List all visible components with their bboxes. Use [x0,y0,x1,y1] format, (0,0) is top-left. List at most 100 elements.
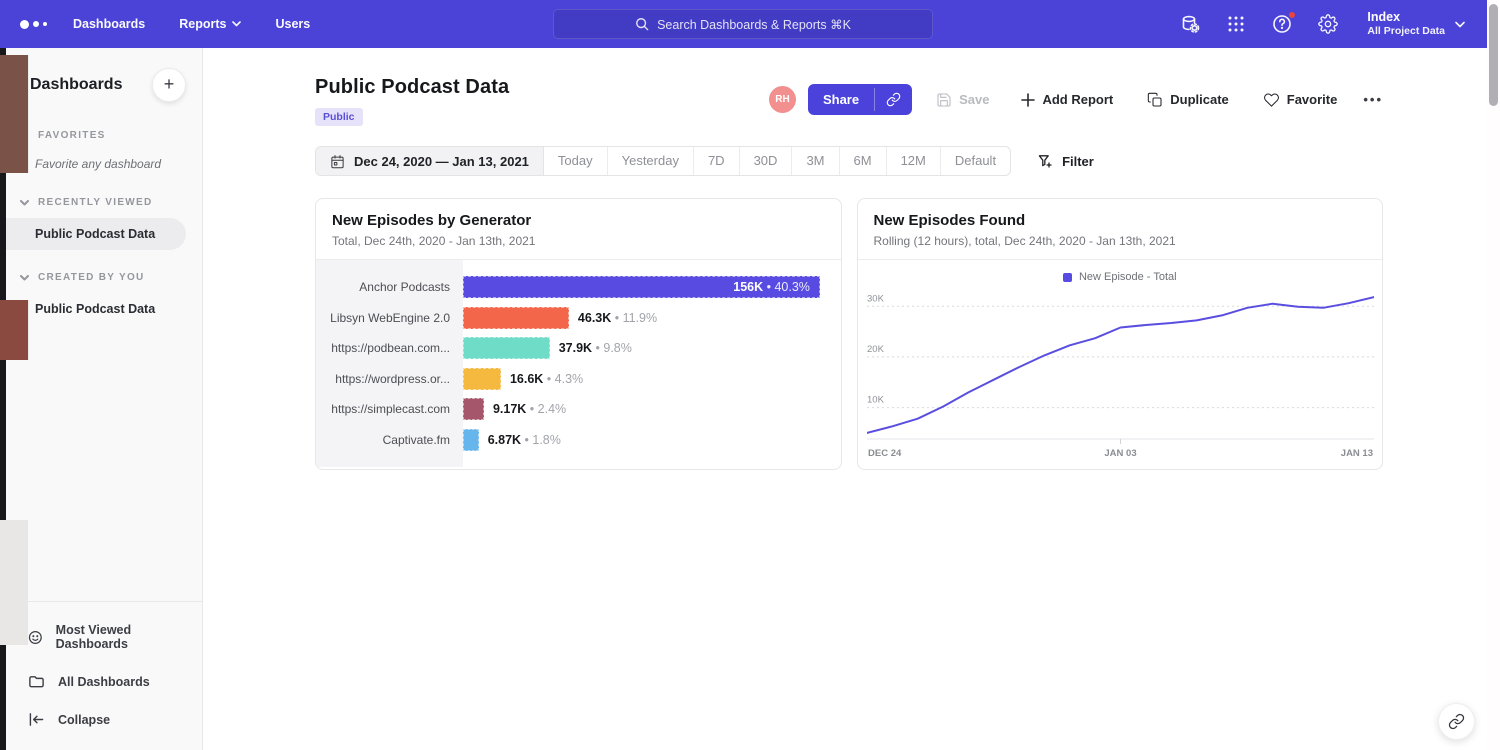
bar-category-label: https://simplecast.com [316,402,463,416]
main-content: Public Podcast Data Public RH Share Sa [203,48,1487,750]
line-chart-svg: 10K20K30KDEC 24JAN 03JAN 13 [867,287,1374,467]
duplicate-button[interactable]: Duplicate [1147,92,1229,108]
most-viewed-dashboards-button[interactable]: Most Viewed Dashboards [6,612,202,662]
recent-section-header[interactable]: RECENTLY VIEWED [6,191,202,214]
navbar-right: Index All Project Data [1179,0,1465,48]
line-chart-card: New Episodes Found Rolling (12 hours), t… [857,198,1384,470]
more-actions-button[interactable]: ••• [1363,92,1383,107]
bar[interactable] [463,368,501,390]
preset-7d[interactable]: 7D [694,147,740,175]
data-sources-icon[interactable] [1179,13,1201,35]
save-icon [936,92,952,108]
title-block: Public Podcast Data Public [315,76,509,126]
bar[interactable] [463,398,484,420]
bar-row: Captivate.fm6.87K • 1.8% [316,425,841,456]
apps-grid-icon[interactable] [1225,13,1247,35]
favorites-section-header[interactable]: FAVORITES [6,124,202,147]
dashboard-actions: RH Share Save Add Report [769,84,1383,115]
avatar[interactable]: RH [769,86,796,113]
nav-reports[interactable]: Reports [179,17,241,31]
preset-6m[interactable]: 6M [840,147,887,175]
settings-gear-icon[interactable] [1317,13,1339,35]
nav-users[interactable]: Users [275,17,310,31]
all-dashboards-label: All Dashboards [58,675,150,689]
date-filter-toolbar: Dec 24, 2020 — Jan 13, 2021 TodayYesterd… [315,146,1383,176]
top-navbar: Dashboards Reports Users Search Dashboar… [0,0,1487,48]
svg-text:30K: 30K [867,293,885,304]
copy-link-fab[interactable] [1438,703,1475,740]
bar-value-label: 37.9K • 9.8% [559,341,632,355]
date-range-picker[interactable]: Dec 24, 2020 — Jan 13, 2021 [316,147,544,175]
collapse-sidebar-button[interactable]: Collapse [6,701,202,738]
filter-funnel-icon [1037,153,1053,169]
preset-30d[interactable]: 30D [740,147,793,175]
share-split-button: Share [808,84,912,115]
bar-category-label: Captivate.fm [316,433,463,447]
workspace-switcher[interactable]: Index All Project Data [1367,10,1465,39]
date-range-value: Dec 24, 2020 — Jan 13, 2021 [354,154,529,169]
sidebar-item-public-podcast-data[interactable]: Public Podcast Data [6,218,186,250]
bar[interactable]: 156K • 40.3% [463,276,820,298]
visibility-badge: Public [315,108,363,126]
duplicate-label: Duplicate [1170,92,1229,107]
search-placeholder: Search Dashboards & Reports ⌘K [657,17,851,32]
folder-icon [28,673,45,690]
preset-yesterday[interactable]: Yesterday [608,147,694,175]
app-window: Dashboards Reports Users Search Dashboar… [0,0,1500,750]
search-icon [635,17,649,31]
created-section-label: CREATED BY YOU [38,272,145,283]
all-dashboards-button[interactable]: All Dashboards [6,662,202,701]
bar-row: https://podbean.com...37.9K • 9.8% [316,333,841,364]
preset-3m[interactable]: 3M [792,147,839,175]
bar[interactable] [463,307,569,329]
preset-default[interactable]: Default [941,147,1010,175]
collapse-icon [28,712,45,727]
bar-category-label: Libsyn WebEngine 2.0 [316,311,463,325]
help-icon[interactable] [1271,13,1293,35]
notification-dot [1288,11,1296,19]
filter-button[interactable]: Filter [1037,153,1094,169]
chevron-down-icon [20,200,29,206]
page-scrollbar [1487,0,1500,750]
app-logo-icon[interactable] [20,20,47,29]
preset-today[interactable]: Today [544,147,608,175]
svg-text:10K: 10K [867,395,885,406]
preset-12m[interactable]: 12M [887,147,941,175]
link-icon [1448,713,1465,730]
created-section-header[interactable]: CREATED BY YOU [6,266,202,289]
legend-swatch [1063,273,1072,282]
nav-dashboards-label: Dashboards [73,17,145,31]
search-input[interactable]: Search Dashboards & Reports ⌘K [553,9,933,39]
sidebar-section-favorites: FAVORITES Favorite any dashboard [6,124,202,175]
bar[interactable] [463,429,479,451]
chevron-down-icon [20,275,29,281]
favorite-button[interactable]: Favorite [1263,92,1338,108]
add-report-button[interactable]: Add Report [1021,92,1113,107]
favorites-section-label: FAVORITES [38,130,106,141]
line-chart-subtitle: Rolling (12 hours), total, Dec 24th, 202… [874,234,1367,248]
bar-row: https://simplecast.com9.17K • 2.4% [316,394,841,425]
bar-row: Anchor Podcasts156K • 40.3% [316,272,841,303]
bar[interactable] [463,337,550,359]
scrollbar-thumb[interactable] [1489,4,1498,106]
sidebar-section-created: CREATED BY YOU Public Podcast Data [6,266,202,325]
workspace-subtitle: All Project Data [1367,25,1445,38]
plus-icon [1021,93,1035,107]
share-link-button[interactable] [875,84,912,115]
bar-chart-subtitle: Total, Dec 24th, 2020 - Jan 13th, 2021 [332,234,825,248]
save-label: Save [959,92,989,107]
bar-chart-plot: Anchor Podcasts156K • 40.3% Libsyn WebEng… [316,260,841,467]
calendar-icon [330,154,345,169]
svg-text:20K: 20K [867,344,885,355]
add-dashboard-button[interactable]: + [152,68,186,102]
bar-category-label: https://wordpress.or... [316,372,463,386]
bar-chart-card: New Episodes by Generator Total, Dec 24t… [315,198,842,470]
most-viewed-label: Most Viewed Dashboards [56,623,186,651]
duplicate-icon [1147,92,1163,108]
bar-value-label: 46.3K • 11.9% [578,311,657,325]
sidebar-item-public-podcast-data-2[interactable]: Public Podcast Data [6,293,202,325]
sidebar-footer: Most Viewed Dashboards All Dashboards Co… [6,601,202,750]
save-button[interactable]: Save [936,92,989,108]
nav-dashboards[interactable]: Dashboards [73,17,145,31]
share-button[interactable]: Share [808,84,874,115]
